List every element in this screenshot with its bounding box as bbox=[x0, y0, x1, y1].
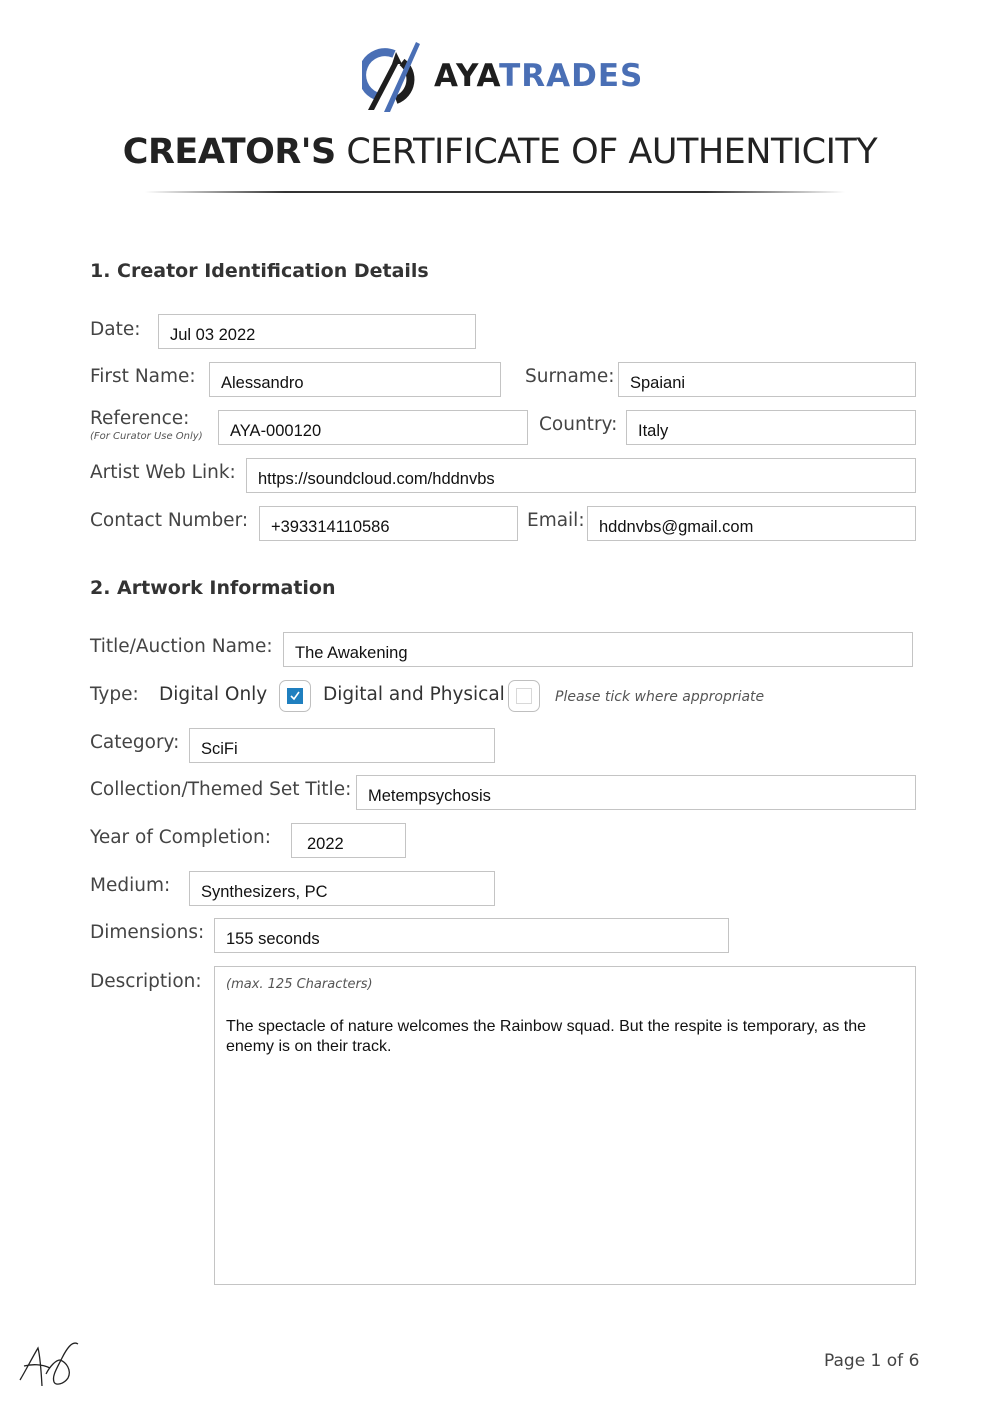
ayatrades-logo-icon bbox=[362, 42, 420, 112]
category-field[interactable]: SciFi bbox=[189, 728, 495, 763]
date-field[interactable]: Jul 03 2022 bbox=[158, 314, 476, 349]
type-option-digital-physical-label: Digital and Physical bbox=[323, 684, 505, 705]
reference-label: Reference: bbox=[90, 408, 190, 429]
medium-label: Medium: bbox=[90, 875, 171, 896]
web-link-field[interactable]: https://soundcloud.com/hddnvbs bbox=[246, 458, 916, 493]
checkmark-icon bbox=[287, 688, 303, 704]
description-label: Description: bbox=[90, 971, 202, 992]
signature-icon bbox=[19, 1342, 79, 1387]
title-light: CERTIFICATE OF AUTHENTICITY bbox=[346, 132, 878, 172]
medium-field[interactable]: Synthesizers, PC bbox=[189, 871, 495, 906]
year-label: Year of Completion: bbox=[90, 827, 271, 848]
description-hint: (max. 125 Characters) bbox=[226, 977, 373, 992]
digital-and-physical-checkbox[interactable] bbox=[508, 680, 540, 712]
description-field[interactable]: (max. 125 Characters) The spectacle of n… bbox=[214, 966, 916, 1285]
section-heading-artwork: 2. Artwork Information bbox=[90, 577, 336, 599]
dimensions-label: Dimensions: bbox=[90, 922, 205, 943]
first-name-field[interactable]: Alessandro bbox=[209, 362, 501, 397]
reference-sublabel: (For Curator Use Only) bbox=[90, 431, 203, 442]
dimensions-field[interactable]: 155 seconds bbox=[214, 918, 729, 953]
type-label: Type: bbox=[90, 684, 139, 705]
title-label: Title/Auction Name: bbox=[90, 636, 273, 657]
type-hint: Please tick where appropriate bbox=[555, 689, 765, 705]
title-divider bbox=[145, 191, 845, 193]
country-label: Country: bbox=[539, 414, 618, 435]
brand-logo: AYATRADES bbox=[362, 40, 642, 116]
page-number: Page 1 of 6 bbox=[824, 1351, 920, 1371]
contact-number-field[interactable]: +393314110586 bbox=[259, 506, 518, 541]
surname-label: Surname: bbox=[525, 366, 615, 387]
type-option-digital-only-label: Digital Only bbox=[159, 684, 268, 705]
empty-checkbox-icon bbox=[516, 688, 532, 704]
section-heading-creator: 1. Creator Identification Details bbox=[90, 260, 429, 282]
page-title: CREATOR'S CERTIFICATE OF AUTHENTICITY bbox=[0, 132, 1000, 172]
surname-field[interactable]: Spaiani bbox=[618, 362, 916, 397]
title-field[interactable]: The Awakening bbox=[283, 632, 913, 667]
title-bold: CREATOR'S bbox=[122, 132, 336, 172]
date-label: Date: bbox=[90, 319, 141, 340]
country-field[interactable]: Italy bbox=[626, 410, 916, 445]
contact-number-label: Contact Number: bbox=[90, 510, 249, 531]
first-name-label: First Name: bbox=[90, 366, 196, 387]
year-field[interactable]: 2022 bbox=[291, 823, 406, 858]
web-link-label: Artist Web Link: bbox=[90, 462, 236, 483]
email-field[interactable]: hddnvbs@gmail.com bbox=[587, 506, 916, 541]
description-text: The spectacle of nature welcomes the Rai… bbox=[226, 1018, 867, 1055]
reference-field[interactable]: AYA-000120 bbox=[218, 410, 528, 445]
signature bbox=[16, 1340, 86, 1395]
email-label: Email: bbox=[527, 510, 585, 531]
category-label: Category: bbox=[90, 732, 180, 753]
digital-only-checkbox[interactable] bbox=[279, 680, 311, 712]
collection-label: Collection/Themed Set Title: bbox=[90, 779, 352, 800]
collection-field[interactable]: Metempsychosis bbox=[356, 775, 916, 810]
brand-name: AYATRADES bbox=[434, 58, 644, 94]
